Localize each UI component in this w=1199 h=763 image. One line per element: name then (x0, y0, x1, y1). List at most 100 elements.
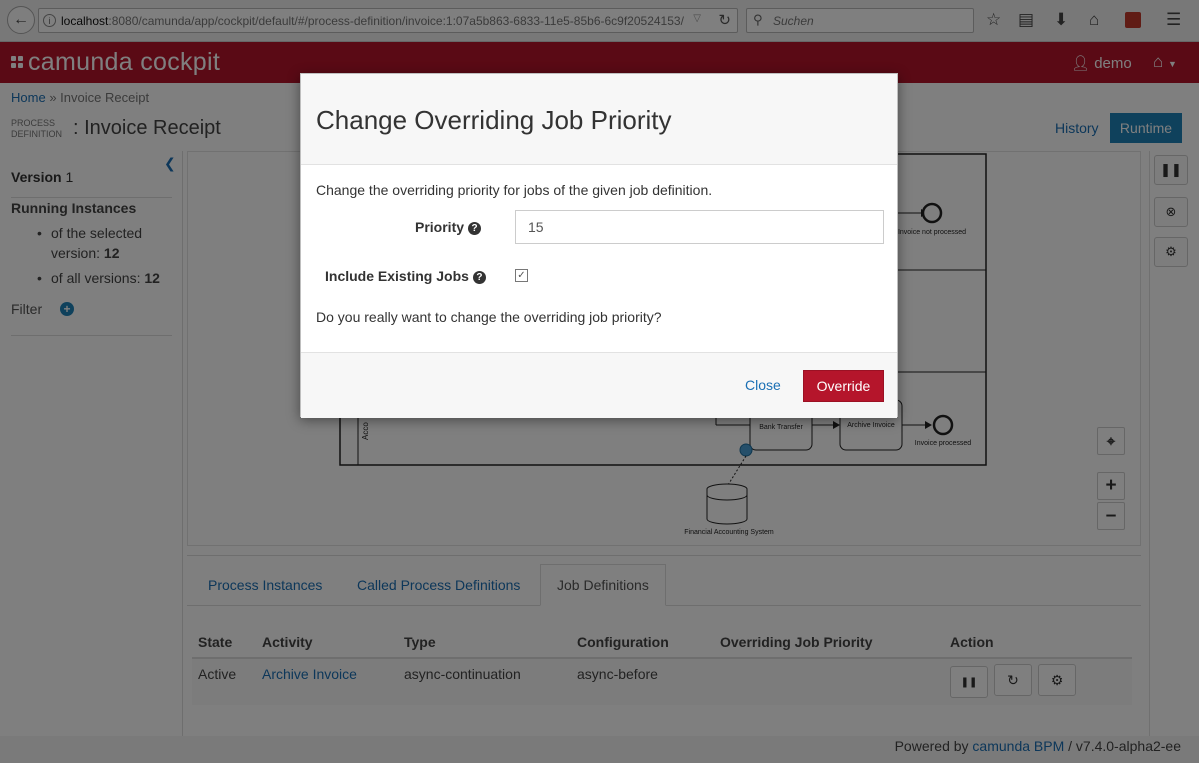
include-existing-jobs-checkbox[interactable]: ✓ (515, 269, 528, 282)
browser-home-icon[interactable]: ⌂ (1089, 10, 1099, 30)
retry-jobs-button[interactable]: ↻ (994, 664, 1032, 696)
suspend-definition-button[interactable]: ❚❚ (1154, 155, 1188, 185)
svg-text:Archive Invoice: Archive Invoice (847, 422, 895, 429)
override-priority-button[interactable]: ⚙ (1038, 664, 1076, 696)
detail-tabs-panel: Process Instances Called Process Definit… (187, 555, 1141, 735)
app-switch-menu[interactable]: ⌂ ▼ (1153, 52, 1177, 72)
tab-bar: Process Instances Called Process Definit… (187, 564, 1141, 606)
svg-text:Bank Transfer: Bank Transfer (759, 424, 803, 431)
all-versions-count: 12 (144, 270, 160, 286)
breadcrumb-home[interactable]: Home (11, 90, 46, 105)
right-action-toolbar: ❚❚ ⊗ ⚙ (1149, 151, 1199, 741)
diagram-label-bank-transfer: Bank Transfer (759, 424, 803, 431)
url-path: :8080/camunda/app/cockpit/default/#/proc… (108, 13, 684, 28)
extension-icon[interactable] (1125, 12, 1141, 28)
camunda-bpm-link[interactable]: camunda BPM (972, 738, 1064, 754)
svg-text:Invoice processed: Invoice processed (915, 440, 972, 447)
collapse-sidebar-icon[interactable]: ❮ (164, 155, 176, 172)
user-name: demo (1094, 55, 1132, 72)
zoom-in-button[interactable]: + (1097, 472, 1125, 500)
history-view-link[interactable]: History (1055, 120, 1099, 136)
reset-zoom-button[interactable]: ⌖ (1097, 427, 1125, 455)
column-header: Action (944, 630, 1132, 659)
back-button[interactable]: ← (7, 6, 35, 34)
cell-priority (714, 658, 944, 705)
diagram-label-financial: Financial Accounting System (684, 529, 774, 536)
brand-name: camunda cockpit (28, 48, 221, 76)
browser-search-input[interactable]: ⚲ Suchen (746, 8, 974, 33)
job-definitions-table: State Activity Type Configuration Overri… (192, 630, 1132, 705)
column-header: Overriding Job Priority (714, 630, 944, 659)
tab-process-instances[interactable]: Process Instances (192, 564, 338, 606)
diagram-label-processed: Invoice processed (915, 440, 972, 447)
override-button[interactable]: Override (803, 370, 884, 402)
diagram-label-archive: Archive Invoice (847, 422, 895, 429)
cell-state: Active (192, 658, 256, 705)
activity-link[interactable]: Archive Invoice (262, 666, 357, 682)
address-bar[interactable]: i localhost:8080/camunda/app/cockpit/def… (38, 8, 738, 33)
pause-icon: ❚❚ (960, 676, 978, 688)
column-header: Activity (256, 630, 398, 659)
page-info-icon[interactable]: i (43, 14, 56, 27)
url-dropdown-icon[interactable]: ▽ (693, 13, 701, 24)
filter-label: Filter (11, 301, 43, 317)
include-existing-jobs-label: Include Existing Jobs? (325, 268, 486, 284)
bookmark-star-icon[interactable]: ☆ (986, 10, 1001, 30)
priority-input[interactable] (515, 210, 884, 244)
version-value: 1 (65, 169, 74, 185)
svg-text:Financial Accounting System: Financial Accounting System (684, 529, 774, 536)
tab-job-definitions[interactable]: Job Definitions (540, 564, 666, 606)
modal-body: Change the overriding priority for jobs … (301, 165, 897, 352)
breadcrumb: Home » Invoice Receipt (11, 90, 149, 105)
cancel-instances-button[interactable]: ⊗ (1154, 197, 1188, 227)
close-button[interactable]: Close (745, 377, 781, 393)
list-item: of all versions: 12 (37, 268, 177, 288)
suspend-job-definition-button[interactable]: ❚❚ (950, 666, 988, 698)
page-title: : Invoice Receipt (73, 117, 221, 139)
tab-called-process-definitions[interactable]: Called Process Definitions (341, 564, 536, 606)
help-icon[interactable]: ? (468, 222, 482, 235)
page-type-label: PROCESS DEFINITION (11, 118, 62, 139)
column-header: Type (398, 630, 571, 659)
minus-icon: – (1105, 505, 1117, 526)
download-icon[interactable]: ⬇ (1054, 10, 1068, 30)
brand-logo[interactable]: camunda cockpit (11, 48, 220, 77)
svg-text:Acco: Acco (361, 422, 370, 440)
runtime-view-button[interactable]: Runtime (1110, 113, 1182, 143)
running-instances-title: Running Instances (11, 200, 137, 216)
sidebar: ❮ Version 1 Running Instances of the sel… (0, 151, 183, 736)
search-icon: ⚲ (753, 12, 763, 27)
zoom-out-button[interactable]: – (1097, 502, 1125, 530)
list-item: of the selected version: 12 (37, 223, 177, 263)
version-info: Version 1 (11, 169, 73, 185)
footer-text: Powered by camunda BPM / v7.4.0-alpha2-e… (894, 738, 1181, 754)
plus-icon: + (1105, 475, 1117, 496)
column-header: Configuration (571, 630, 714, 659)
reading-list-icon[interactable]: ▤ (1018, 10, 1034, 30)
url-host: localhost (61, 13, 109, 28)
override-priority-dialog: Change Overriding Job Priority Change th… (300, 73, 898, 418)
modal-header: Change Overriding Job Priority (301, 74, 897, 165)
reload-icon[interactable]: ↻ (718, 11, 731, 29)
diagram-label-accounting: Acco (361, 422, 370, 440)
user-icon: 👤︎ (1071, 55, 1091, 72)
camunda-logo-icon (11, 56, 25, 70)
modal-footer: Close Override (301, 352, 897, 418)
cell-activity: Archive Invoice (256, 658, 398, 705)
pause-icon: ❚❚ (1160, 162, 1182, 177)
browser-menu-icon[interactable]: ☰ (1166, 10, 1181, 30)
add-filter-icon[interactable]: + (60, 302, 74, 316)
home-icon: ⌂ (1153, 52, 1164, 71)
cell-actions: ❚❚ ↻ ⚙ (944, 658, 1132, 705)
table-row: Active Archive Invoice async-continuatio… (192, 658, 1132, 705)
help-icon[interactable]: ? (472, 271, 486, 284)
user-menu[interactable]: 👤︎ demo (1071, 54, 1132, 72)
settings-button[interactable]: ⚙ (1154, 237, 1188, 267)
running-instances-list: of the selected version: 12 of all versi… (37, 223, 177, 293)
breadcrumb-separator: » (49, 90, 57, 105)
cell-type: async-continuation (398, 658, 571, 705)
close-circle-icon: ⊗ (1165, 204, 1177, 219)
modal-intro-text: Change the overriding priority for jobs … (316, 182, 713, 198)
gear-icon: ⚙ (1050, 671, 1064, 688)
gear-icon: ⚙ (1165, 244, 1177, 259)
